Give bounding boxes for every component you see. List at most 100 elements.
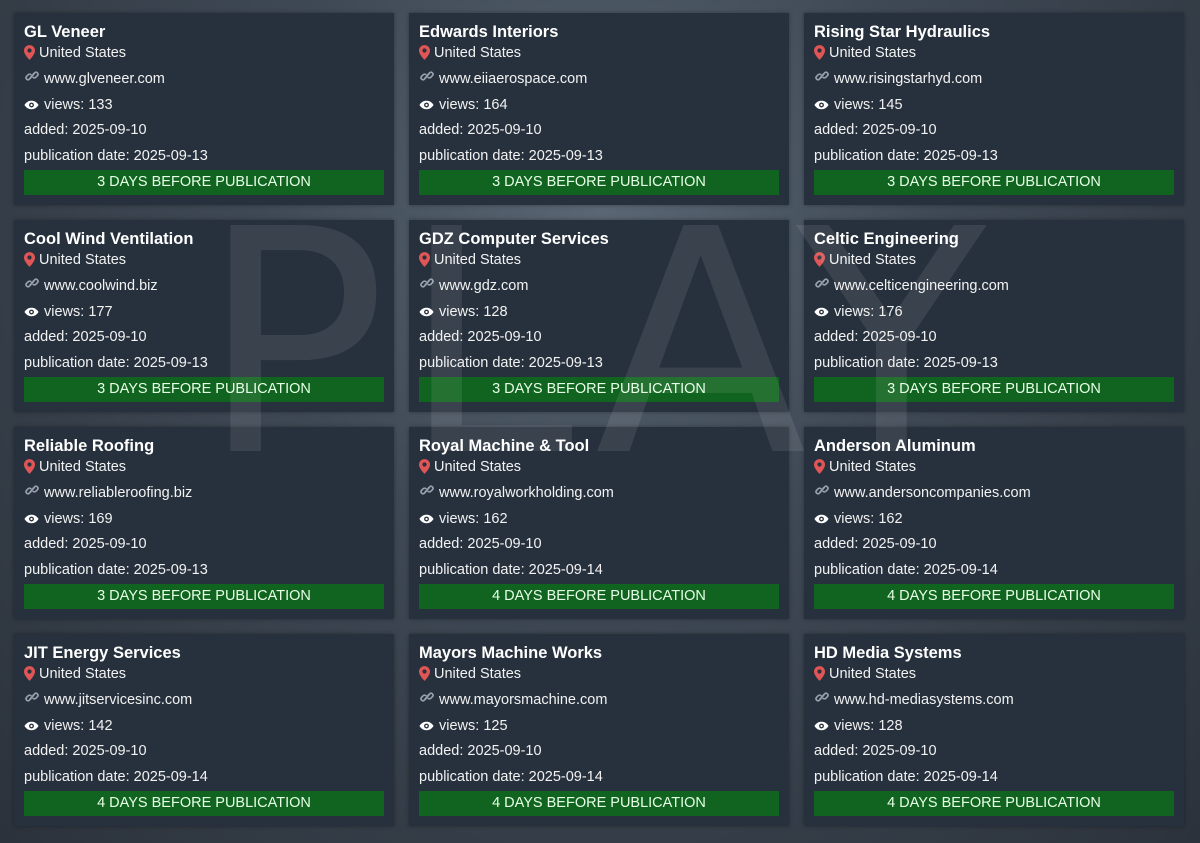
eye-icon: [419, 722, 434, 731]
country-label: United States: [39, 459, 127, 475]
location-pin-icon: [419, 45, 430, 60]
country-label: United States: [829, 252, 917, 268]
country-row: United States: [419, 457, 779, 481]
country-label: United States: [39, 666, 127, 682]
publication-status-bar: 3 DAYS BEFORE PUBLICATION: [24, 377, 384, 402]
added-date: added: 2025-09-10: [419, 743, 542, 759]
views-count: views: 133: [44, 96, 113, 113]
views-count: views: 176: [834, 303, 903, 320]
views-row: views: 162: [419, 507, 779, 533]
company-name[interactable]: Rising Star Hydraulics: [814, 21, 1174, 43]
website-row: www.andersoncompanies.com: [814, 481, 1174, 507]
country-row: United States: [814, 250, 1174, 274]
company-card[interactable]: GL Veneer United States www.glveneer.com…: [14, 13, 394, 205]
website-row: www.glveneer.com: [24, 67, 384, 93]
publication-status-bar: 3 DAYS BEFORE PUBLICATION: [814, 170, 1174, 195]
country-label: United States: [434, 459, 522, 475]
company-name[interactable]: Royal Machine & Tool: [419, 435, 779, 457]
added-date: added: 2025-09-10: [419, 536, 542, 552]
publication-date: publication date: 2025-09-13: [419, 354, 603, 371]
company-card[interactable]: Mayors Machine Works United States www.m…: [409, 634, 789, 826]
company-name[interactable]: Cool Wind Ventilation: [24, 228, 384, 250]
website-link[interactable]: www.mayorsmachine.com: [439, 688, 607, 714]
company-name[interactable]: Mayors Machine Works: [419, 642, 779, 664]
views-row: views: 177: [24, 300, 384, 326]
company-name[interactable]: Anderson Aluminum: [814, 435, 1174, 457]
added-date: added: 2025-09-10: [814, 743, 937, 759]
website-row: www.eiiaerospace.com: [419, 67, 779, 93]
website-link[interactable]: www.reliableroofing.biz: [44, 481, 192, 507]
location-pin-icon: [814, 666, 825, 681]
company-name[interactable]: Celtic Engineering: [814, 228, 1174, 250]
location-pin-icon: [814, 45, 825, 60]
company-card[interactable]: HD Media Systems United States www.hd-me…: [804, 634, 1184, 826]
publication-date: publication date: 2025-09-14: [24, 768, 208, 785]
added-date: added: 2025-09-10: [814, 122, 937, 138]
country-row: United States: [419, 250, 779, 274]
publication-status-bar: 3 DAYS BEFORE PUBLICATION: [419, 170, 779, 195]
card-grid: GL Veneer United States www.glveneer.com…: [14, 13, 1184, 826]
views-row: views: 164: [419, 93, 779, 119]
link-icon: [815, 71, 829, 81]
publication-status-bar: 4 DAYS BEFORE PUBLICATION: [814, 791, 1174, 816]
publication-status-bar: 3 DAYS BEFORE PUBLICATION: [419, 377, 779, 402]
website-link[interactable]: www.hd-mediasystems.com: [834, 688, 1014, 714]
views-count: views: 169: [44, 510, 113, 527]
country-label: United States: [39, 45, 127, 61]
website-link[interactable]: www.royalworkholding.com: [439, 481, 614, 507]
views-row: views: 176: [814, 300, 1174, 326]
company-card[interactable]: Rising Star Hydraulics United States www…: [804, 13, 1184, 205]
website-link[interactable]: www.risingstarhyd.com: [834, 67, 982, 93]
views-count: views: 128: [439, 303, 508, 320]
publication-status-bar: 3 DAYS BEFORE PUBLICATION: [814, 377, 1174, 402]
publication-date: publication date: 2025-09-13: [814, 147, 998, 164]
website-row: www.reliableroofing.biz: [24, 481, 384, 507]
company-card[interactable]: Celtic Engineering United States www.cel…: [804, 220, 1184, 412]
company-card[interactable]: Cool Wind Ventilation United States www.…: [14, 220, 394, 412]
website-link[interactable]: www.celticengineering.com: [834, 274, 1009, 300]
views-count: views: 125: [439, 717, 508, 734]
company-card[interactable]: GDZ Computer Services United States www.…: [409, 220, 789, 412]
company-name[interactable]: HD Media Systems: [814, 642, 1174, 664]
added-date: added: 2025-09-10: [24, 329, 147, 345]
added-date: added: 2025-09-10: [419, 122, 542, 138]
website-link[interactable]: www.eiiaerospace.com: [439, 67, 587, 93]
link-icon: [420, 71, 434, 81]
eye-icon: [419, 101, 434, 110]
eye-icon: [24, 101, 39, 110]
country-label: United States: [39, 252, 127, 268]
company-card[interactable]: JIT Energy Services United States www.ji…: [14, 634, 394, 826]
website-link[interactable]: www.gdz.com: [439, 274, 528, 300]
company-card[interactable]: Edwards Interiors United States www.eiia…: [409, 13, 789, 205]
publication-date: publication date: 2025-09-13: [24, 147, 208, 164]
country-label: United States: [434, 252, 522, 268]
country-label: United States: [829, 45, 917, 61]
company-name[interactable]: GL Veneer: [24, 21, 384, 43]
country-label: United States: [434, 666, 522, 682]
website-link[interactable]: www.coolwind.biz: [44, 274, 158, 300]
location-pin-icon: [419, 459, 430, 474]
company-card[interactable]: Reliable Roofing United States www.relia…: [14, 427, 394, 619]
location-pin-icon: [24, 45, 35, 60]
company-name[interactable]: Edwards Interiors: [419, 21, 779, 43]
country-row: United States: [24, 43, 384, 67]
location-pin-icon: [24, 252, 35, 267]
website-link[interactable]: www.jitservicesinc.com: [44, 688, 192, 714]
website-link[interactable]: www.andersoncompanies.com: [834, 481, 1031, 507]
website-link[interactable]: www.glveneer.com: [44, 67, 165, 93]
publication-date: publication date: 2025-09-13: [419, 147, 603, 164]
company-card[interactable]: Anderson Aluminum United States www.ande…: [804, 427, 1184, 619]
website-row: www.jitservicesinc.com: [24, 688, 384, 714]
company-name[interactable]: JIT Energy Services: [24, 642, 384, 664]
company-card[interactable]: Royal Machine & Tool United States www.r…: [409, 427, 789, 619]
company-name[interactable]: Reliable Roofing: [24, 435, 384, 457]
publication-status-bar: 4 DAYS BEFORE PUBLICATION: [814, 584, 1174, 609]
publication-date: publication date: 2025-09-14: [419, 561, 603, 578]
company-name[interactable]: GDZ Computer Services: [419, 228, 779, 250]
views-count: views: 142: [44, 717, 113, 734]
link-icon: [420, 485, 434, 495]
views-row: views: 133: [24, 93, 384, 119]
link-icon: [420, 692, 434, 702]
link-icon: [25, 485, 39, 495]
eye-icon: [814, 101, 829, 110]
